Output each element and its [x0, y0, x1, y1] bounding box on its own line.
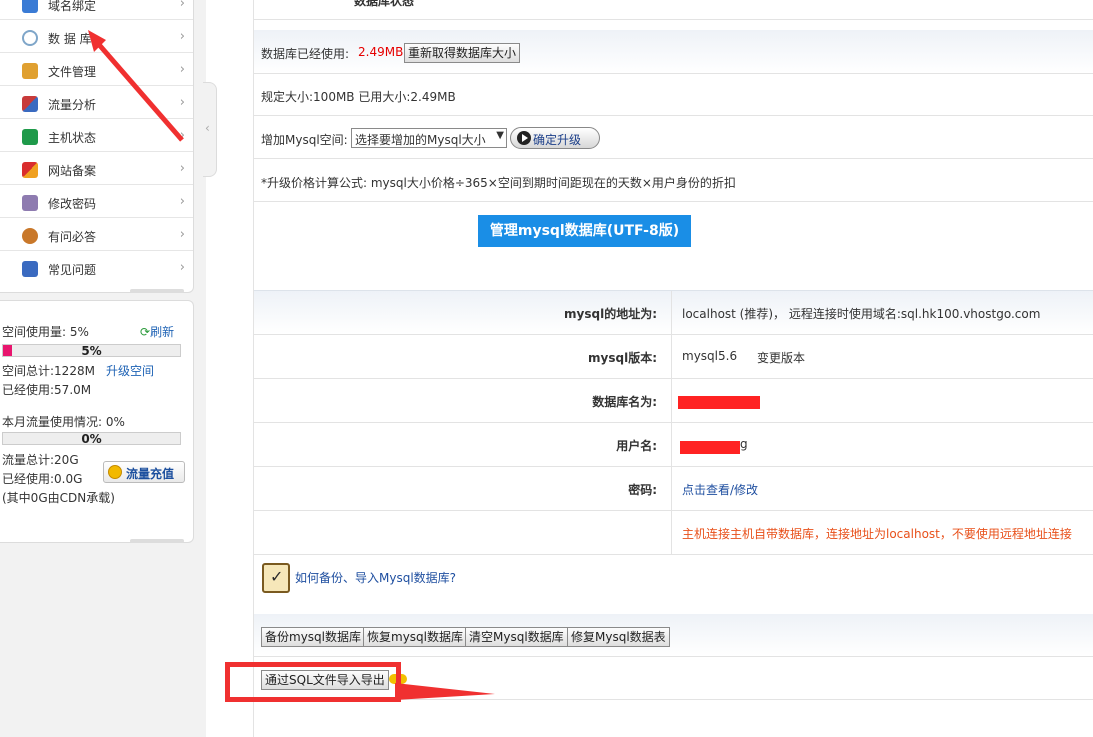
annotation-arrow-line — [93, 38, 184, 142]
annotation-arrows — [88, 30, 495, 700]
annotation-arrow-wedge — [395, 683, 495, 700]
